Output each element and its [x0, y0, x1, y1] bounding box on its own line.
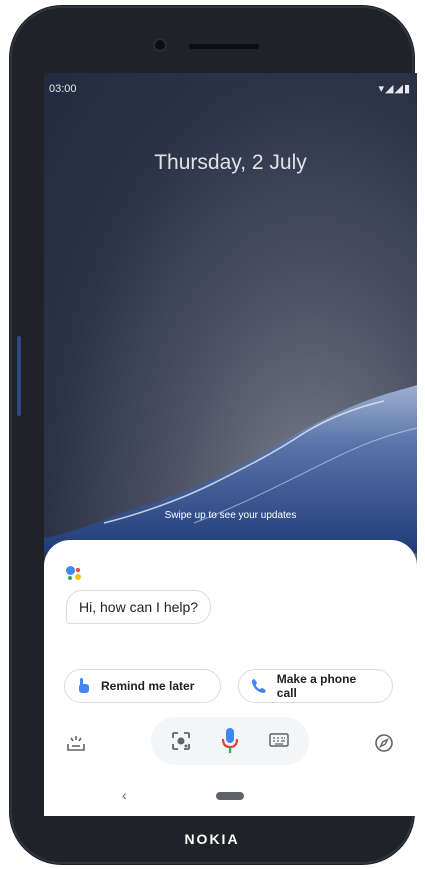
microphone-icon[interactable] — [221, 727, 239, 755]
brand-logo: NOKIA — [184, 831, 240, 847]
remind-me-later-label: Remind me later — [101, 679, 195, 693]
updates-icon[interactable] — [66, 734, 86, 752]
swipe-up-hint[interactable]: Swipe up to see your updates — [44, 510, 417, 521]
status-icons: ▾◢◢▮ — [378, 83, 411, 95]
earpiece-speaker — [189, 44, 259, 49]
nav-home-button[interactable] — [216, 792, 244, 800]
phone-screen: 03:00 ▾◢◢▮ Thursday, 2 July Swipe up to … — [44, 73, 417, 816]
phone-icon — [251, 679, 266, 694]
phone-body: 03:00 ▾◢◢▮ Thursday, 2 July Swipe up to … — [10, 6, 417, 864]
assistant-input-pill — [151, 717, 309, 765]
volume-button — [17, 336, 21, 416]
keyboard-icon[interactable] — [269, 733, 289, 747]
google-assistant-logo-icon — [66, 566, 86, 584]
wallpaper-dunes — [44, 385, 417, 553]
lens-icon[interactable] — [171, 731, 191, 751]
remind-me-later-chip[interactable]: Remind me later — [64, 669, 221, 703]
status-time: 03:00 — [49, 83, 77, 95]
compass-icon[interactable] — [374, 733, 394, 753]
front-camera — [155, 40, 165, 50]
nav-back-button[interactable]: ‹ — [122, 787, 127, 803]
make-phone-call-chip[interactable]: Make a phone call — [238, 669, 393, 703]
lock-screen-date: Thursday, 2 July — [154, 151, 307, 174]
assistant-panel: Hi, how can I help? Remind me later Make… — [44, 540, 417, 816]
hand-pointer-icon — [79, 678, 89, 693]
make-phone-call-label: Make a phone call — [276, 672, 357, 700]
assistant-greeting-bubble: Hi, how can I help? — [66, 590, 212, 624]
